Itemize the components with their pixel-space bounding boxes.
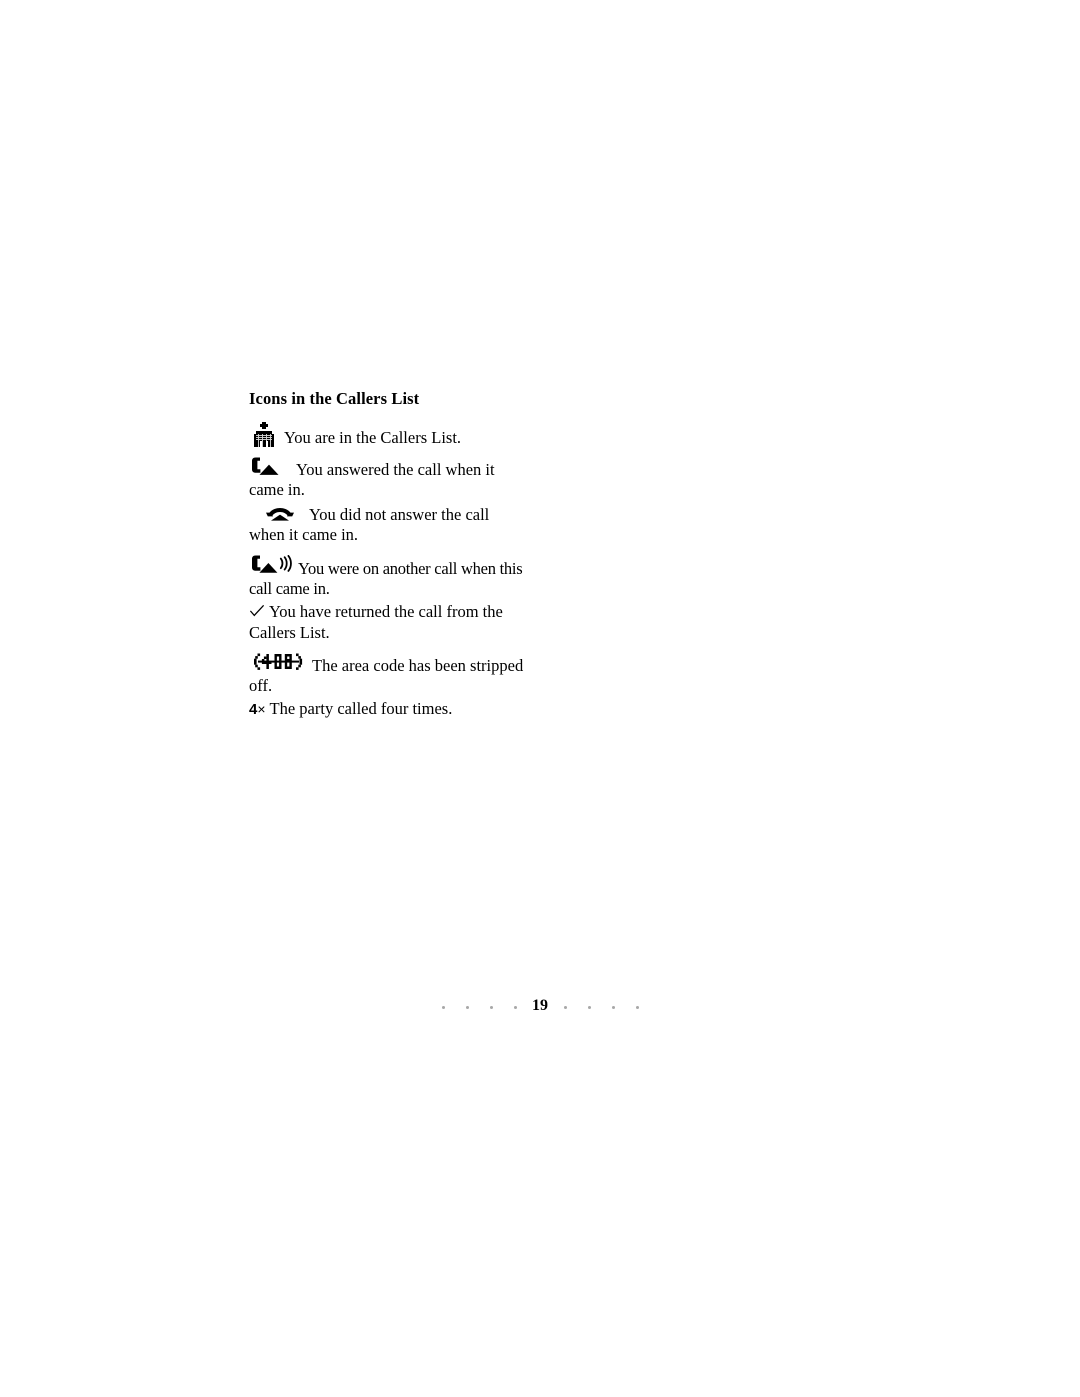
page-footer: 19 bbox=[0, 997, 1080, 1016]
person-in-callers-list-icon bbox=[254, 422, 274, 447]
list-item: You were on another call when this call … bbox=[249, 551, 525, 599]
list-item: 4× The party called four times. bbox=[249, 699, 525, 719]
list-item: You did not answer the call when it came… bbox=[249, 504, 525, 545]
list-item-label: The party called four times. bbox=[269, 699, 453, 719]
footer-dot bbox=[489, 1006, 493, 1010]
telephone-onhook-icon bbox=[265, 505, 295, 521]
footer-dot bbox=[513, 1006, 517, 1010]
checkmark-icon bbox=[250, 605, 264, 617]
multiplication-symbol: × bbox=[257, 701, 266, 718]
page-number: 19 bbox=[532, 997, 548, 1015]
list-item: You answered the call when it came in. bbox=[249, 454, 525, 500]
list-item: You are in the Callers List. bbox=[249, 418, 525, 448]
list-item-label: You answered the call when it came in. bbox=[249, 460, 495, 500]
list-item: The area code has been stripped off. bbox=[249, 649, 525, 696]
handset-offhook-icon bbox=[252, 457, 282, 478]
list-item: You have returned the call from the Call… bbox=[249, 602, 525, 642]
footer-dots-left bbox=[431, 998, 527, 1016]
footer-dot bbox=[611, 1006, 615, 1010]
document-page: Icons in the Callers List You are in the… bbox=[0, 0, 1080, 1397]
footer-dot bbox=[465, 1006, 469, 1010]
call-count-multiplier-icon: 4× bbox=[249, 702, 266, 717]
list-item-label: You are in the Callers List. bbox=[284, 428, 462, 447]
page-title: Icons in the Callers List bbox=[249, 389, 420, 408]
footer-dot bbox=[587, 1006, 591, 1010]
handset-offhook-with-waves-icon bbox=[252, 555, 293, 578]
list-item-label: You have returned the call from the Call… bbox=[249, 602, 503, 642]
footer-dots-right bbox=[553, 998, 649, 1016]
content-column: Icons in the Callers List You are in the… bbox=[249, 389, 525, 719]
footer-dot bbox=[563, 1006, 567, 1010]
area-code-stripped-icon bbox=[253, 651, 305, 673]
footer-dot bbox=[635, 1006, 639, 1010]
footer-dot bbox=[441, 1006, 445, 1010]
